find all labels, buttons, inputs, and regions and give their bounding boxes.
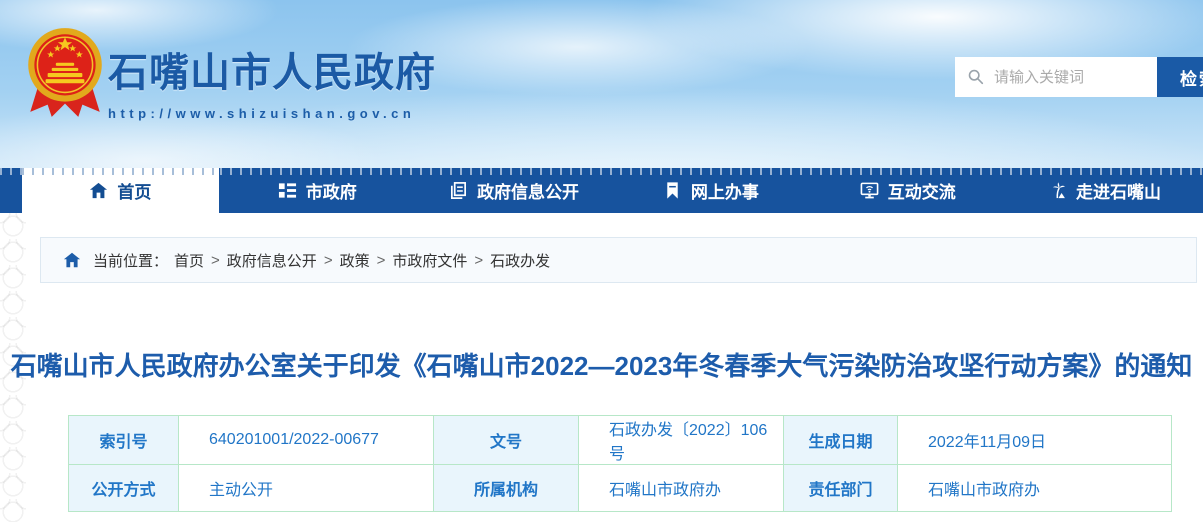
nav-item-label: 互动交流 <box>887 183 956 202</box>
document-icon <box>451 182 467 199</box>
nav-item-label: 走进石嘴山 <box>1076 183 1162 202</box>
nav-item-about-shizuishan[interactable]: 走进石嘴山 <box>1006 168 1203 213</box>
breadcrumb-separator: > <box>376 251 386 269</box>
breadcrumb-item-policy[interactable]: 政策 <box>340 250 370 271</box>
document-metadata-table: 索引号 640201001/2022-00677 文号 石政办发〔2022〕10… <box>68 415 1172 512</box>
disclosure-mode-value: 主动公开 <box>178 464 434 512</box>
palm-tree-icon <box>1052 182 1066 199</box>
home-icon <box>90 182 108 199</box>
search-icon <box>968 69 984 85</box>
site-header-banner: 石嘴山市人民政府 http://www.shizuishan.gov.cn 检索 <box>0 0 1203 168</box>
site-search: 检索 <box>955 57 1203 97</box>
disclosure-mode-label: 公开方式 <box>68 464 179 512</box>
search-input[interactable] <box>994 68 1144 86</box>
nav-item-label: 政府信息公开 <box>477 183 580 202</box>
monitor-wifi-icon <box>860 182 879 199</box>
nav-item-city-government[interactable]: 市政府 <box>219 168 416 213</box>
resp-department-label: 责任部门 <box>783 464 898 512</box>
site-identity[interactable]: 石嘴山市人民政府 http://www.shizuishan.gov.cn <box>108 40 436 121</box>
home-icon <box>63 252 81 268</box>
nav-item-home[interactable]: 首页 <box>22 168 219 213</box>
table-row: 索引号 640201001/2022-00677 文号 石政办发〔2022〕10… <box>68 415 1172 465</box>
doc-number-label: 文号 <box>433 415 579 465</box>
nav-item-government-info-disclosure[interactable]: 政府信息公开 <box>416 168 613 213</box>
agency-value: 石嘴山市政府办 <box>578 464 784 512</box>
nav-item-label: 网上办事 <box>690 183 759 202</box>
nav-item-online-services[interactable]: 网上办事 <box>612 168 809 213</box>
index-number-value: 640201001/2022-00677 <box>178 415 434 465</box>
breadcrumb-separator: > <box>323 251 333 269</box>
search-box[interactable] <box>955 57 1157 97</box>
breadcrumb-separator: > <box>211 251 220 269</box>
national-emblem-logo <box>28 28 102 117</box>
breadcrumb-item-gov-info[interactable]: 政府信息公开 <box>227 250 317 271</box>
create-date-label: 生成日期 <box>783 415 898 465</box>
doc-number-value: 石政办发〔2022〕106号 <box>578 415 784 465</box>
nav-item-label: 市政府 <box>305 183 357 202</box>
site-title[interactable]: 石嘴山市人民政府 <box>108 40 436 98</box>
breadcrumb-item-city-gov-files[interactable]: 市政府文件 <box>392 250 467 271</box>
list-blocks-icon <box>278 183 296 198</box>
create-date-value: 2022年11月09日 <box>897 415 1172 465</box>
nav-item-label: 首页 <box>117 183 152 202</box>
breadcrumb-item-home[interactable]: 首页 <box>174 250 204 271</box>
breadcrumb-item-current[interactable]: 石政办发 <box>490 250 550 271</box>
breadcrumb-label: 当前位置： <box>93 252 169 270</box>
bookmark-icon <box>667 182 678 199</box>
breadcrumb-separator: > <box>474 251 484 269</box>
nav-item-interaction[interactable]: 互动交流 <box>809 168 1006 213</box>
breadcrumb: 当前位置： 首页 > 政府信息公开 > 政策 > 市政府文件 > 石政办发 <box>40 237 1197 283</box>
resp-department-value: 石嘴山市政府办 <box>897 464 1172 512</box>
index-number-label: 索引号 <box>68 415 179 465</box>
main-navigation: 首页 市政府 政府信息公开 网上办事 互动交流 走进石嘴山 <box>0 168 1203 213</box>
site-url: http://www.shizuishan.gov.cn <box>108 106 416 121</box>
search-submit-button[interactable]: 检索 <box>1157 57 1203 97</box>
table-row: 公开方式 主动公开 所属机构 石嘴山市政府办 责任部门 石嘴山市政府办 <box>68 464 1172 512</box>
agency-label: 所属机构 <box>433 464 579 512</box>
document-title: 石嘴山市人民政府办公室关于印发《石嘴山市2022—2023年冬春季大气污染防治攻… <box>10 351 1193 381</box>
